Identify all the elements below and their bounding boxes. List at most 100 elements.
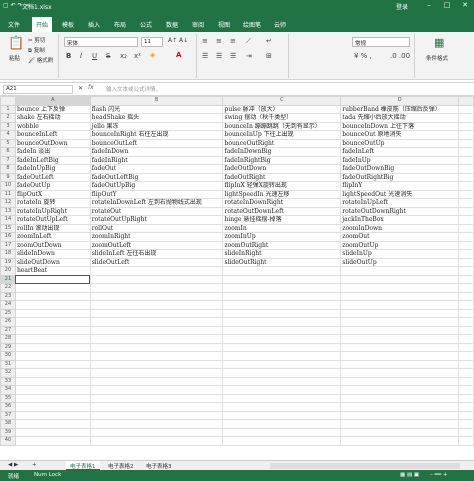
row-header[interactable]: 25 — [0, 308, 16, 318]
align-top-icon[interactable]: ≡ — [202, 37, 208, 45]
cell[interactable]: flipInX 轻弹X旋转出现 — [222, 181, 342, 191]
align-left-icon[interactable]: ☰ — [202, 52, 208, 60]
cell[interactable] — [89, 351, 224, 361]
cell[interactable] — [458, 240, 474, 250]
cell[interactable] — [340, 402, 460, 412]
cell[interactable] — [89, 359, 224, 369]
row-header[interactable]: 9 — [0, 172, 16, 182]
cell[interactable]: fadeOutUp — [14, 181, 91, 191]
menu-data[interactable]: 数据 — [166, 20, 178, 29]
select-all-corner[interactable] — [0, 96, 16, 106]
cell[interactable]: slideInLeft 左往右出现 — [89, 249, 224, 259]
cell[interactable]: headShake 摇头 — [89, 113, 224, 123]
paste-label[interactable]: 粘贴 — [9, 54, 20, 62]
view-normal-icon[interactable]: ▦ ▤ ▣ — [400, 472, 419, 478]
conditional-format-icon[interactable]: ▦ — [434, 36, 444, 49]
align-bottom-icon[interactable]: ≡ — [230, 37, 236, 45]
cell[interactable]: slideInRight — [222, 249, 342, 259]
font-size-select[interactable]: 11 — [141, 37, 163, 47]
cell[interactable] — [222, 325, 342, 335]
cell[interactable]: heartBeat — [14, 266, 91, 276]
row-header[interactable]: 10 — [0, 181, 16, 191]
cell[interactable] — [340, 427, 460, 437]
format-painter-button[interactable]: 🖌 格式刷 — [28, 56, 53, 64]
row-header[interactable]: 18 — [0, 249, 16, 259]
underline-icon[interactable]: U — [92, 52, 97, 60]
cell[interactable] — [458, 232, 474, 242]
cell[interactable] — [340, 359, 460, 369]
cancel-icon[interactable]: ✕ — [78, 85, 83, 92]
cell[interactable]: bounceOut 原地消失 — [340, 130, 460, 140]
cell[interactable] — [89, 317, 224, 327]
cell[interactable] — [222, 419, 342, 429]
cell[interactable] — [222, 402, 342, 412]
cell[interactable]: bounceIn 蹦蹦跳跳（无到有显示） — [222, 121, 342, 131]
cell[interactable] — [458, 257, 474, 267]
cell[interactable]: bounceInLeft — [14, 130, 91, 140]
cell[interactable] — [340, 342, 460, 352]
cell[interactable]: fadeOutRight — [222, 172, 342, 182]
cell[interactable]: rotateOutDownRight — [340, 206, 460, 216]
cell[interactable] — [14, 368, 91, 378]
cell[interactable]: zoomInLeft — [14, 232, 91, 242]
cell[interactable]: zoomOut — [340, 232, 460, 242]
menu-review[interactable]: 审阅 — [192, 20, 204, 29]
cell[interactable] — [340, 368, 460, 378]
cell[interactable]: fadeInRight — [89, 155, 224, 165]
row-header[interactable]: 22 — [0, 283, 16, 293]
align-center-icon[interactable]: ☰ — [216, 52, 222, 60]
cell[interactable] — [340, 274, 460, 284]
cell[interactable] — [340, 300, 460, 310]
row-header[interactable]: 8 — [0, 164, 16, 174]
cell[interactable]: rollIn 滚动出现 — [14, 223, 91, 233]
cell[interactable] — [14, 427, 91, 437]
cell[interactable] — [458, 436, 474, 446]
cell[interactable] — [89, 376, 224, 386]
align-middle-icon[interactable]: ≡ — [216, 37, 222, 45]
merge-cells-icon[interactable]: ⊞ — [266, 52, 272, 60]
row-header[interactable]: 5 — [0, 138, 16, 148]
cell[interactable] — [458, 385, 474, 395]
cell[interactable] — [458, 181, 474, 191]
cell[interactable] — [14, 283, 91, 293]
cell[interactable]: rotateIn 旋转 — [14, 198, 91, 208]
cell[interactable]: bounceOutUp — [340, 138, 460, 148]
cell[interactable] — [458, 249, 474, 259]
cell[interactable] — [340, 385, 460, 395]
row-header[interactable]: 17 — [0, 240, 16, 250]
maximize-icon[interactable]: □ — [442, 1, 452, 9]
column-header[interactable]: D — [340, 96, 460, 106]
row-header[interactable]: 4 — [0, 130, 16, 140]
cell[interactable] — [222, 300, 342, 310]
cell[interactable]: slideOutDown — [14, 257, 91, 267]
cell[interactable]: jello 果冻 — [89, 121, 224, 131]
cell[interactable] — [458, 393, 474, 403]
cell[interactable]: flipOutY — [89, 189, 224, 199]
cell[interactable] — [458, 189, 474, 199]
cell[interactable]: zoomInRight — [89, 232, 224, 242]
row-header[interactable]: 23 — [0, 291, 16, 301]
cell[interactable]: slideInUp — [340, 249, 460, 259]
cell[interactable]: fadeInLeftBig — [14, 155, 91, 165]
cell[interactable]: lightSpeedIn 光速左移 — [222, 189, 342, 199]
cell[interactable]: fadeOutLeft — [14, 172, 91, 182]
cell[interactable] — [222, 266, 342, 276]
menu-file[interactable]: 文件 — [8, 20, 20, 29]
cell[interactable] — [458, 223, 474, 233]
cell[interactable] — [458, 317, 474, 327]
row-header[interactable]: 39 — [0, 427, 16, 437]
row-header[interactable]: 13 — [0, 206, 16, 216]
cell[interactable] — [222, 368, 342, 378]
cell[interactable] — [458, 342, 474, 352]
cell[interactable] — [458, 334, 474, 344]
cell[interactable] — [458, 266, 474, 276]
horizontal-scrollbar[interactable] — [270, 463, 460, 469]
cell[interactable] — [458, 130, 474, 140]
cell[interactable] — [14, 274, 91, 284]
cell[interactable] — [222, 385, 342, 395]
font-name-select[interactable]: 宋体 — [64, 37, 138, 47]
menu-cloud[interactable]: 云师 — [274, 20, 286, 29]
cell[interactable]: fadeInUpBig — [14, 164, 91, 174]
cell[interactable] — [89, 385, 224, 395]
name-box[interactable]: A21 — [3, 85, 73, 94]
